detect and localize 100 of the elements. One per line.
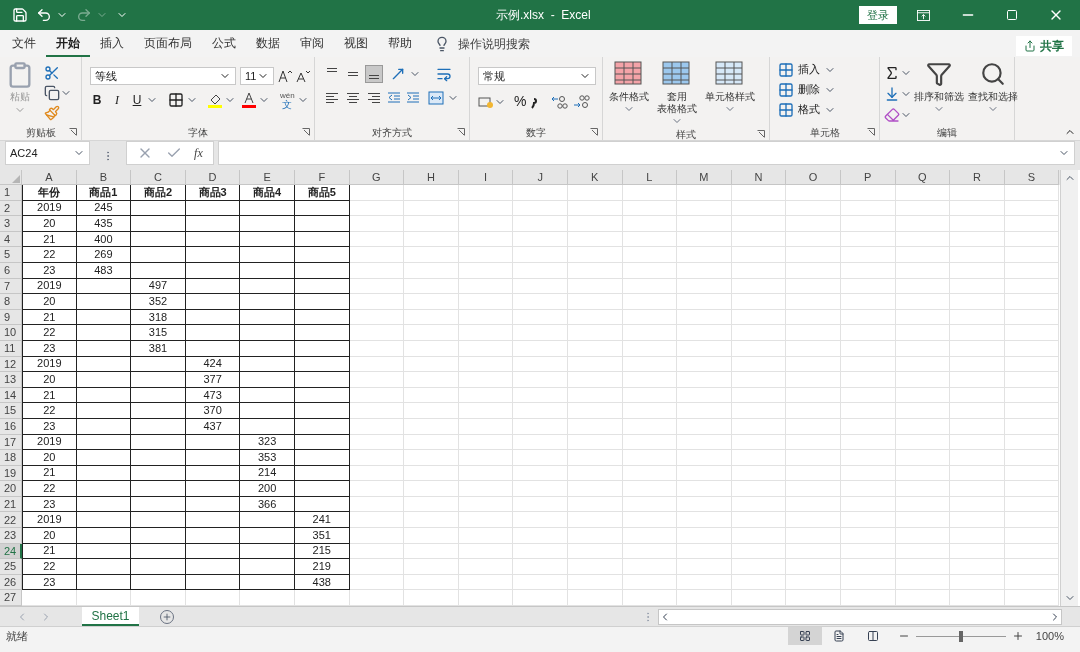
formula-input[interactable] xyxy=(218,141,1075,165)
copy-icon[interactable] xyxy=(44,85,60,101)
dialog-launcher-icon[interactable] xyxy=(69,128,77,136)
ribbon-tab[interactable]: 页面布局 xyxy=(134,30,202,57)
ribbon-tab[interactable]: 公式 xyxy=(202,30,246,57)
insert-function-button[interactable]: fx xyxy=(194,144,203,162)
text-orientation-icon[interactable] xyxy=(390,66,406,82)
ribbon-tab[interactable]: 文件 xyxy=(2,30,46,57)
save-icon[interactable] xyxy=(12,7,28,23)
underline-button[interactable]: U xyxy=(130,91,144,109)
column-header[interactable]: M xyxy=(677,170,732,185)
row-header[interactable]: 18 xyxy=(0,450,22,466)
ribbon-button[interactable]: 套用 表格格式 xyxy=(655,61,699,127)
increase-decimal-icon[interactable] xyxy=(550,94,569,109)
ribbon-tab[interactable]: 视图 xyxy=(334,30,378,57)
ribbon-tab[interactable]: 插入 xyxy=(90,30,134,57)
column-header[interactable]: I xyxy=(458,170,514,185)
bold-button[interactable]: B xyxy=(90,91,104,109)
dialog-launcher-icon[interactable] xyxy=(302,128,310,136)
decrease-decimal-icon[interactable] xyxy=(572,94,591,109)
zoom-slider-thumb[interactable] xyxy=(958,630,963,642)
fill-down-icon[interactable] xyxy=(884,86,900,102)
increase-indent-icon[interactable] xyxy=(405,90,421,106)
column-header[interactable]: H xyxy=(404,170,459,185)
column-header[interactable]: P xyxy=(840,170,896,185)
dialog-launcher-icon[interactable] xyxy=(590,128,598,136)
row-header[interactable]: 3 xyxy=(0,216,22,232)
sheet-tab[interactable]: Sheet1 xyxy=(82,607,139,626)
font-name-dropdown[interactable]: 等线 xyxy=(90,67,236,85)
row-header[interactable]: 5 xyxy=(0,247,22,263)
horizontal-scrollbar[interactable] xyxy=(658,608,1062,625)
row-header[interactable]: 27 xyxy=(0,590,22,606)
cells-button[interactable]: 删除 xyxy=(778,81,836,98)
column-header[interactable]: N xyxy=(731,170,787,185)
row-header[interactable]: 23 xyxy=(0,528,22,544)
ribbon-button[interactable]: 排序和筛选 xyxy=(912,61,966,115)
ribbon-tab[interactable]: 数据 xyxy=(246,30,290,57)
column-header[interactable]: O xyxy=(786,170,841,185)
column-header[interactable]: L xyxy=(622,170,678,185)
ribbon-tab[interactable]: 帮助 xyxy=(378,30,422,57)
decrease-font-size-icon[interactable] xyxy=(296,69,310,83)
zoom-in-icon[interactable] xyxy=(1011,630,1024,642)
share-button[interactable]: 共享 xyxy=(1016,35,1072,56)
table-cell: 23 xyxy=(22,418,77,435)
sum-icon[interactable] xyxy=(884,65,900,81)
tell-me-search[interactable]: 操作说明搜索 xyxy=(458,34,530,53)
name-box[interactable]: AC24 xyxy=(5,141,90,165)
vertical-scrollbar[interactable] xyxy=(1060,170,1078,606)
dialog-launcher-icon[interactable] xyxy=(757,130,765,138)
row-header[interactable]: 22 xyxy=(0,512,22,529)
column-header[interactable]: F xyxy=(294,170,350,185)
dialog-launcher-icon[interactable] xyxy=(867,128,875,136)
phonetic-guide-button[interactable]: wén 文 xyxy=(280,91,295,109)
increase-font-size-icon[interactable] xyxy=(278,69,292,83)
column-header[interactable]: S xyxy=(1004,170,1060,185)
column-header[interactable]: K xyxy=(567,170,623,185)
sign-in-button[interactable]: 登录 xyxy=(859,5,897,25)
number-format-dropdown[interactable]: 常规 xyxy=(478,67,596,85)
table-cell: 377 xyxy=(185,372,241,388)
row-header[interactable]: 8 xyxy=(0,294,22,310)
percent-button[interactable]: % xyxy=(514,91,527,112)
row-header[interactable]: 13 xyxy=(0,372,22,388)
column-header[interactable]: E xyxy=(240,170,295,185)
cut-icon[interactable] xyxy=(44,65,60,81)
column-header[interactable]: A xyxy=(22,170,77,185)
fill-color-icon[interactable] xyxy=(208,92,222,108)
column-header[interactable]: D xyxy=(185,170,241,185)
row-header[interactable]: 1 xyxy=(0,185,22,201)
dialog-launcher-icon[interactable] xyxy=(457,128,465,136)
row-header[interactable]: 25 xyxy=(0,559,22,575)
vertical-align-button[interactable] xyxy=(365,65,383,83)
cells-button[interactable]: 格式 xyxy=(778,101,836,118)
wrap-text-icon[interactable] xyxy=(436,66,452,82)
ribbon-display-icon[interactable] xyxy=(917,9,930,21)
borders-icon[interactable] xyxy=(168,92,184,108)
ribbon-button[interactable]: 查找和选择 xyxy=(966,61,1020,115)
column-header[interactable]: R xyxy=(950,170,1005,185)
eraser-icon[interactable] xyxy=(884,107,900,123)
view-button[interactable] xyxy=(787,627,822,645)
row-header[interactable]: 10 xyxy=(0,325,22,341)
merge-center-icon[interactable] xyxy=(428,90,444,106)
undo-icon[interactable] xyxy=(36,7,52,23)
zoom-percent[interactable]: 100% xyxy=(1035,627,1064,645)
cells-button[interactable]: 插入 xyxy=(778,61,836,78)
row-header[interactable]: 15 xyxy=(0,403,22,419)
font-size-dropdown[interactable]: 11 xyxy=(240,67,274,85)
ribbon-button[interactable]: 单元格样式 xyxy=(703,61,757,115)
column-header[interactable]: G xyxy=(349,170,405,185)
row-header[interactable]: 20 xyxy=(0,481,22,497)
font-color-icon[interactable] xyxy=(242,92,256,108)
currency-format-icon[interactable] xyxy=(478,94,494,109)
column-header[interactable]: B xyxy=(76,170,132,185)
column-header[interactable]: C xyxy=(131,170,186,185)
italic-button[interactable]: I xyxy=(110,91,124,109)
column-header[interactable]: J xyxy=(513,170,568,185)
maximize-icon[interactable] xyxy=(1006,9,1018,21)
decrease-indent-icon[interactable] xyxy=(386,90,402,106)
column-header[interactable]: Q xyxy=(895,170,951,185)
ribbon-button[interactable]: 条件格式 xyxy=(607,61,651,115)
ribbon-tab[interactable]: 审阅 xyxy=(290,30,334,57)
